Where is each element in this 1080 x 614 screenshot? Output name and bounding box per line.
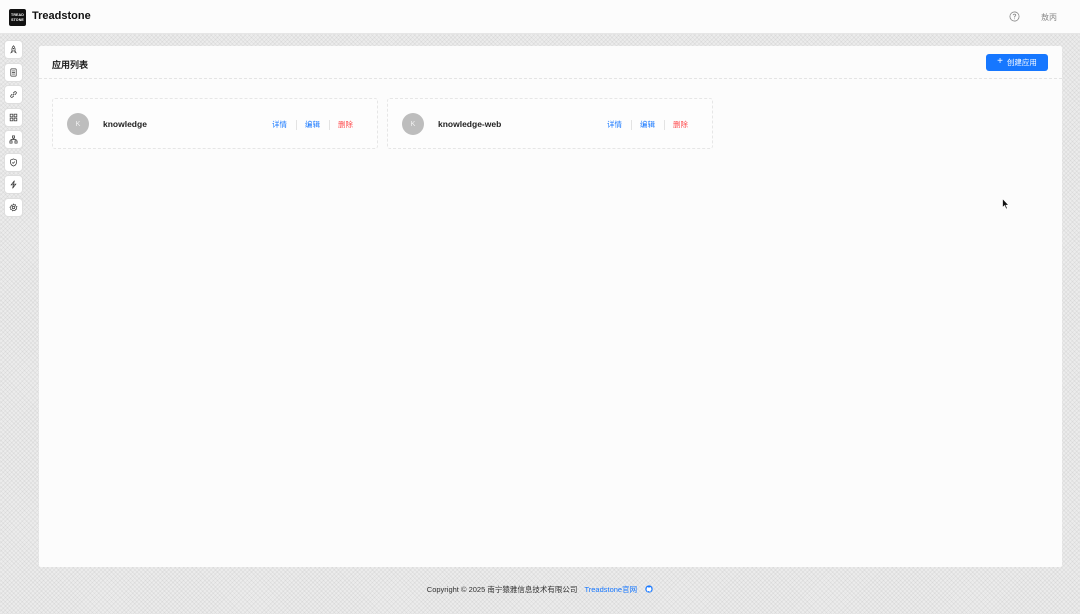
plus-icon: +: [997, 56, 1003, 67]
page-title: 应用列表: [52, 60, 89, 70]
app-card[interactable]: K knowledge 详情 编辑 删除: [52, 98, 378, 149]
divider: [663, 119, 665, 130]
avatar: K: [402, 113, 424, 135]
mouse-cursor-icon: [1002, 198, 1010, 210]
sidebar: [4, 40, 23, 217]
app-name: knowledge: [103, 119, 147, 129]
app-actions: 详情 编辑 删除: [272, 119, 353, 130]
app-name: knowledge-web: [438, 119, 502, 129]
edit-link[interactable]: 编辑: [640, 119, 655, 130]
sidebar-item-links[interactable]: [4, 85, 23, 104]
edit-link[interactable]: 编辑: [305, 119, 320, 130]
footer: Copyright © 2025 南宁猿雅信息技术有限公司 Treadstone…: [0, 584, 1080, 595]
create-app-label: 创建应用: [1006, 58, 1037, 67]
panel-header: 应用列表 + 创建应用: [39, 46, 1062, 79]
sidebar-item-deploy[interactable]: [4, 40, 23, 59]
user-name[interactable]: 敖丙: [1041, 12, 1057, 23]
detail-link[interactable]: 详情: [272, 119, 287, 130]
divider: [295, 119, 297, 130]
link-icon: [10, 91, 17, 98]
delete-link[interactable]: 删除: [338, 119, 353, 130]
avatar: K: [67, 113, 89, 135]
gear-icon: [9, 202, 18, 211]
app-card[interactable]: K knowledge-web 详情 编辑 删除: [387, 98, 713, 149]
top-header: TREAD STONE Treadstone 敖丙: [0, 0, 1080, 34]
question-circle-icon[interactable]: [1009, 11, 1020, 22]
treadstone-logo[interactable]: TREAD STONE: [9, 9, 26, 26]
sidebar-item-settings[interactable]: [4, 197, 23, 217]
sidebar-item-documents[interactable]: [4, 62, 23, 82]
site-link[interactable]: Treadstone官网: [584, 585, 637, 594]
document-icon: [10, 68, 17, 76]
sidebar-item-triggers[interactable]: [4, 175, 23, 194]
detail-link[interactable]: 详情: [607, 119, 622, 130]
copyright-text: Copyright © 2025 南宁猿雅信息技术有限公司: [426, 585, 578, 594]
divider: [630, 119, 632, 130]
sidebar-item-cluster[interactable]: [4, 130, 23, 149]
sidebar-item-apps[interactable]: [4, 107, 23, 127]
lightning-icon: [10, 180, 17, 189]
github-icon[interactable]: [645, 585, 653, 593]
main-panel: 应用列表 + 创建应用 K knowledge 详情 编辑 删除 K knowl…: [39, 46, 1062, 567]
shield-icon: [10, 158, 17, 166]
app-actions: 详情 编辑 删除: [607, 119, 688, 130]
sidebar-item-security[interactable]: [4, 152, 23, 172]
brand-title[interactable]: Treadstone: [32, 10, 91, 22]
cluster-icon: [9, 135, 18, 144]
rocket-icon: [10, 45, 17, 54]
create-app-button[interactable]: + 创建应用: [986, 54, 1048, 71]
apps-grid-icon: [9, 113, 18, 121]
delete-link[interactable]: 删除: [673, 119, 688, 130]
divider: [328, 119, 330, 130]
